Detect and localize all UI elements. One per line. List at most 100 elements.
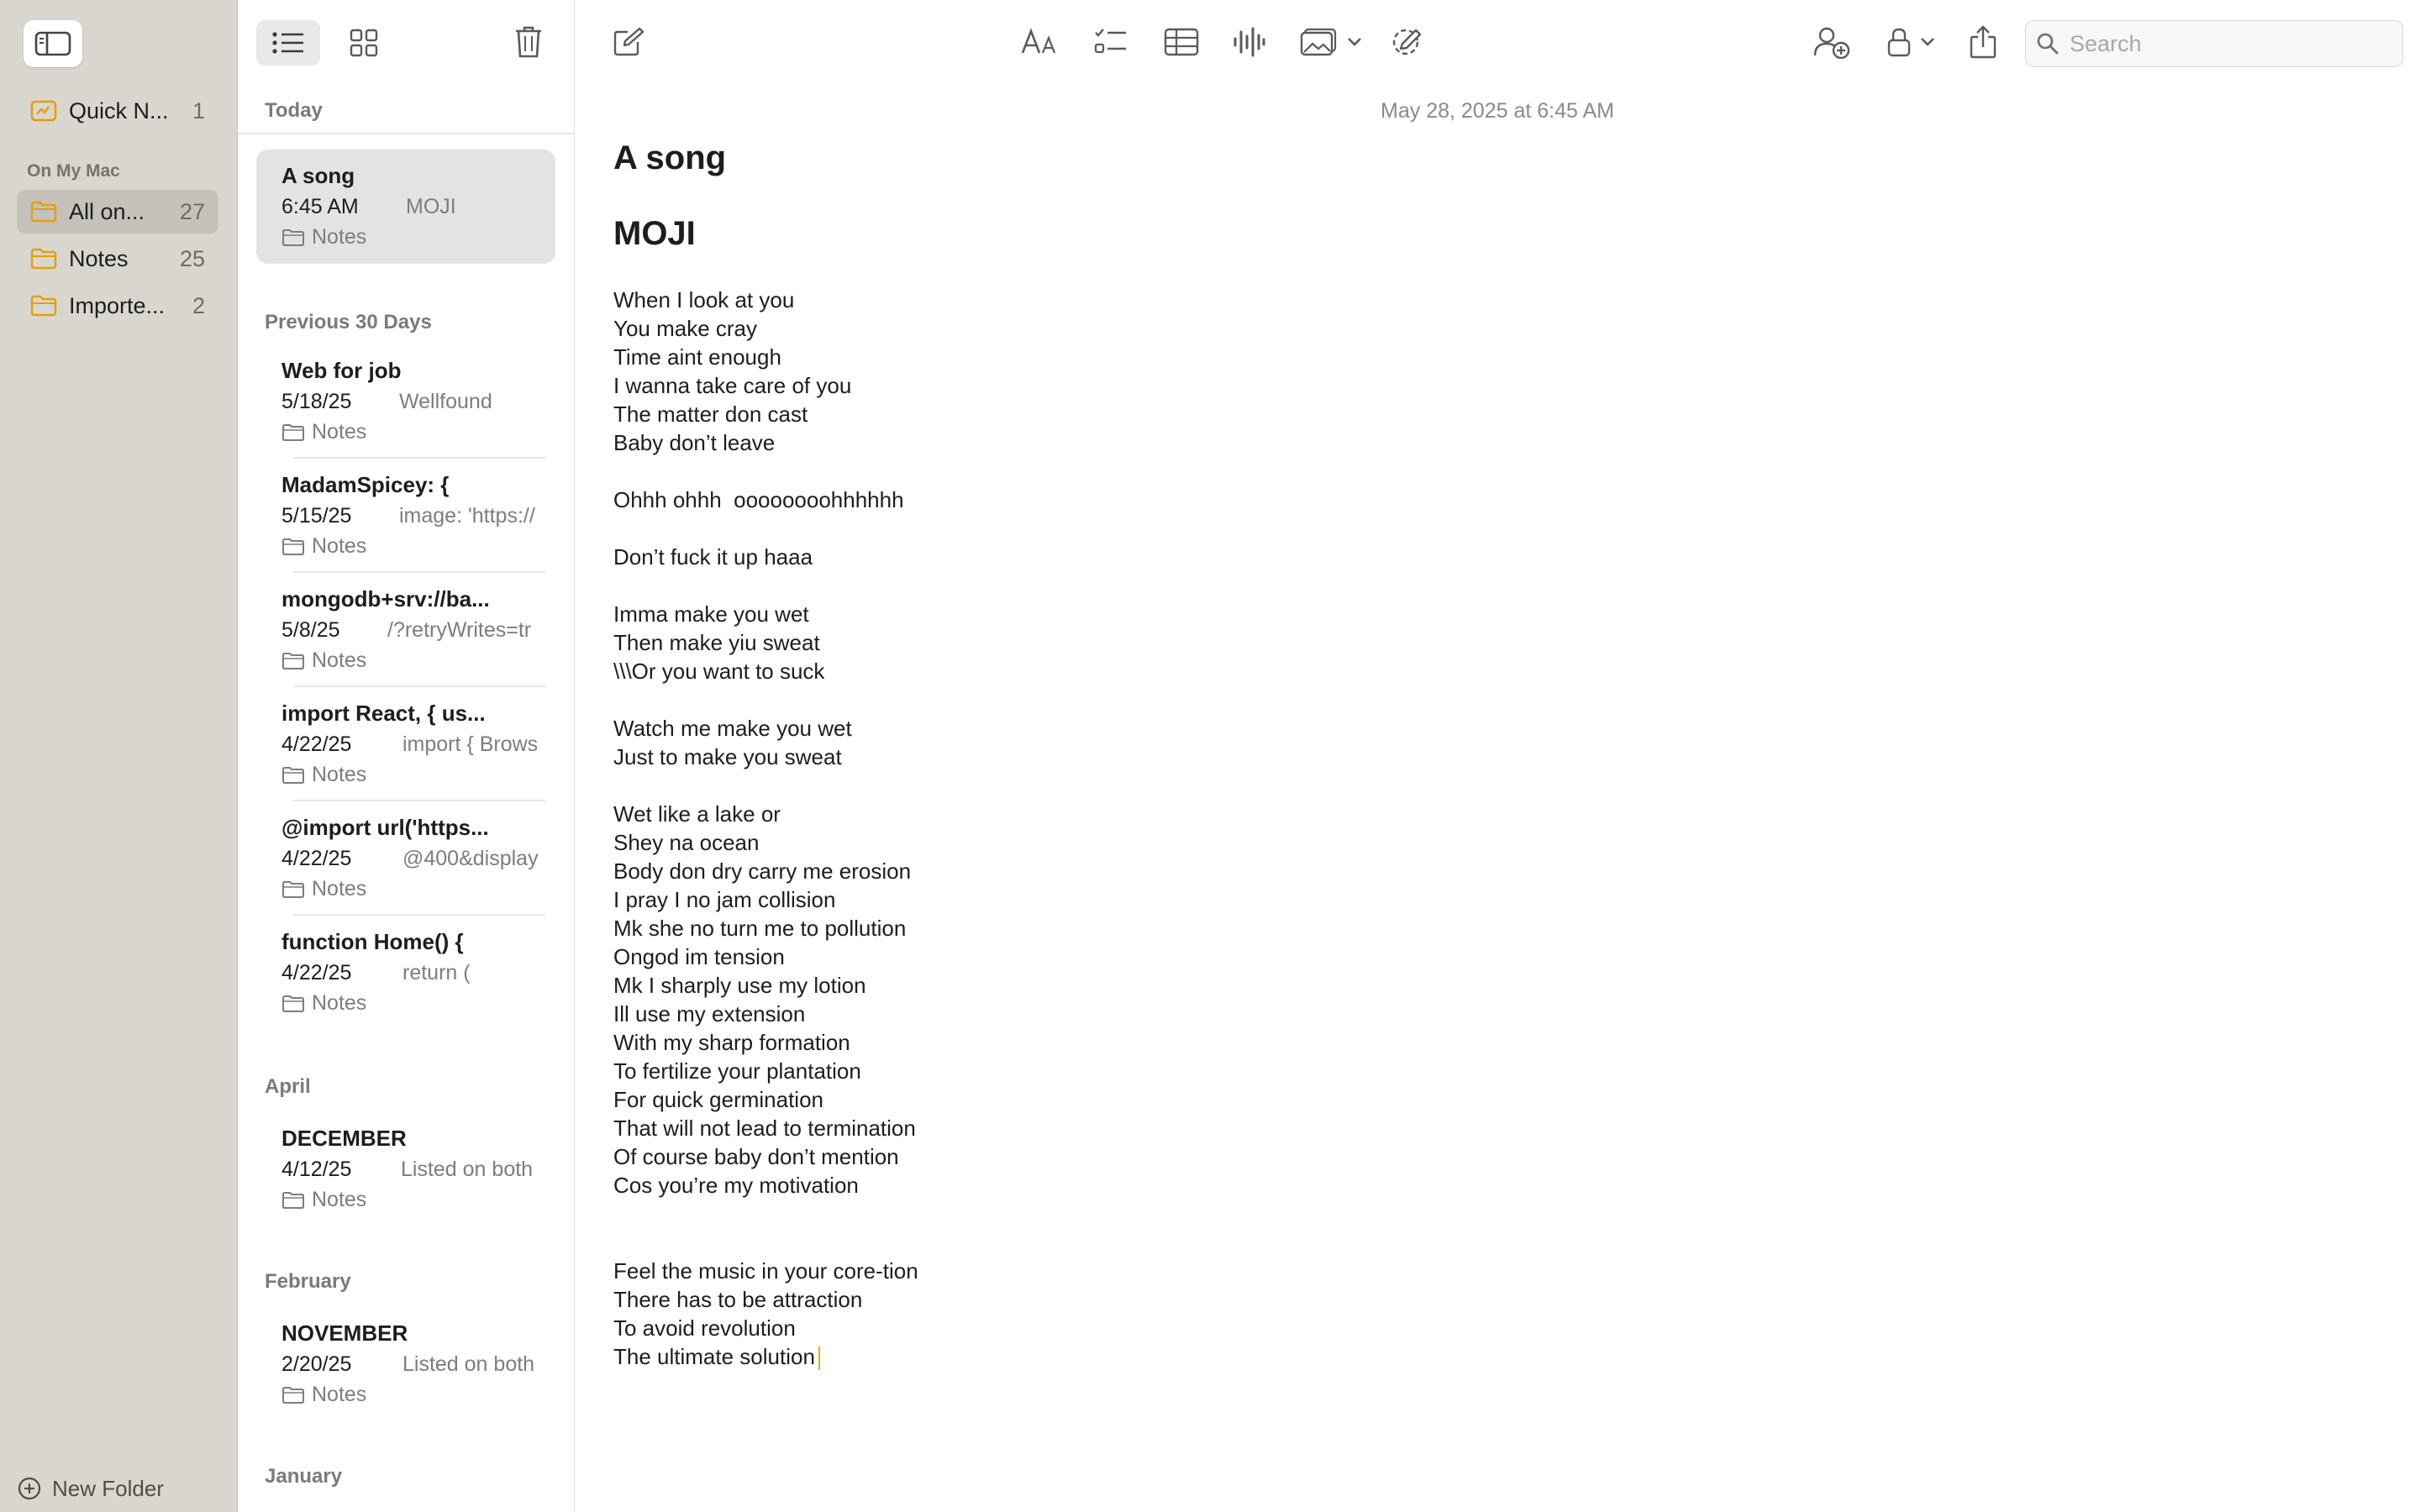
note-title[interactable]: A song: [613, 139, 726, 177]
note-line: I pray I no jam collision: [613, 887, 836, 912]
note-folder-label: Notes: [312, 225, 367, 249]
note-date: 5/8/25: [281, 618, 340, 642]
note-folder-label: Notes: [312, 534, 367, 558]
media-button[interactable]: [1296, 18, 1366, 66]
note-item[interactable]: function Home() { 4/22/25 return ( Notes: [256, 916, 555, 1030]
share-button[interactable]: [1960, 18, 2007, 66]
note-folder-label: Notes: [312, 991, 367, 1015]
note-title: Web for job: [281, 358, 402, 383]
checklist-icon: [1094, 29, 1126, 54]
note-date: 5/18/25: [281, 390, 352, 413]
plus-circle-icon: [18, 1477, 41, 1500]
note-folder: Notes: [281, 1188, 366, 1212]
note-item[interactable]: mongodb+srv://ba... 5/8/25 /?retryWrites…: [256, 573, 555, 687]
checklist-button[interactable]: [1086, 18, 1136, 66]
new-note-button[interactable]: [605, 18, 652, 66]
note-list: Today A song 6:45 AM MOJI Notes Previous…: [238, 0, 575, 1512]
note-line: [613, 514, 1790, 543]
list-view-button[interactable]: [256, 20, 320, 66]
sidebar-item-notes[interactable]: Notes 25: [17, 237, 218, 281]
note-line: Watch me make you wet: [613, 716, 852, 741]
collaborate-icon: [1813, 27, 1850, 59]
table-button[interactable]: [1156, 18, 1207, 66]
note-item[interactable]: NOVEMBER 2/20/25 Listed on both Notes: [256, 1307, 555, 1421]
note-title: import React, { us...: [281, 701, 486, 726]
folder-icon: [30, 295, 57, 317]
new-folder-button[interactable]: New Folder: [17, 1473, 164, 1504]
note-folder-label: Notes: [312, 648, 367, 672]
note-title: DECEMBER: [281, 1126, 407, 1151]
sidebar-toggle-button[interactable]: [24, 20, 82, 67]
note-line: When I look at you: [613, 287, 795, 312]
note-title: MadamSpicey: {: [281, 472, 450, 497]
sidebar-item-all-on-my-mac[interactable]: All on... 27: [17, 190, 218, 234]
audio-button[interactable]: [1223, 18, 1274, 66]
note-body[interactable]: When I look at you You make cray Time aint…: [613, 286, 1790, 1371]
folder-icon: [282, 423, 304, 441]
gallery-view-button[interactable]: [332, 20, 396, 66]
note-item[interactable]: import React, { us... 4/22/25 import { B…: [256, 687, 555, 801]
note-timestamp: May 28, 2025 at 6:45 AM: [1381, 99, 1614, 123]
collaborate-button[interactable]: [1807, 18, 1857, 66]
note-line: [613, 457, 1790, 486]
note-line: To avoid revolution: [613, 1315, 796, 1341]
quick-note-icon: [30, 100, 57, 122]
waveform-icon: [1234, 27, 1265, 57]
share-icon: [1970, 25, 1996, 59]
note-line: [613, 1228, 1790, 1257]
note-preview: /?retryWrites=tr: [387, 618, 532, 642]
note-item-a-song[interactable]: A song 6:45 AM MOJI Notes: [256, 150, 555, 264]
note-date: 2/20/25: [281, 1352, 352, 1376]
format-button[interactable]: [1015, 18, 1065, 66]
text-cursor: [818, 1347, 820, 1371]
note-title: A song: [281, 163, 355, 188]
note-item[interactable]: DECEMBER 4/12/25 Listed on both Notes: [256, 1112, 555, 1226]
delete-note-button[interactable]: [503, 18, 554, 66]
note-line: Mk she no turn me to pollution: [613, 916, 907, 941]
note-folder-label: Notes: [312, 877, 367, 900]
note-date: 5/15/25: [281, 504, 352, 528]
note-title: mongodb+srv://ba...: [281, 586, 490, 612]
new-folder-label: New Folder: [52, 1475, 164, 1501]
sidebar-item-imported[interactable]: Importe... 2: [17, 284, 218, 328]
note-preview: Listed on both: [401, 1158, 534, 1181]
search-field[interactable]: [2025, 20, 2403, 67]
note-line: [613, 685, 1790, 714]
markup-button[interactable]: [1381, 18, 1432, 66]
note-line: With my sharp formation: [613, 1030, 850, 1055]
note-line: Baby don’t leave: [613, 430, 776, 455]
trash-icon: [516, 26, 541, 58]
note-item[interactable]: @import url('https... 4/22/25 @400&displ…: [256, 801, 555, 916]
note-folder: Notes: [281, 991, 366, 1016]
note-line: The ultimate solution: [613, 1342, 1790, 1371]
note-line: Wet like a lake or: [613, 801, 781, 827]
note-item[interactable]: Web for job 5/18/25 Wellfound Notes: [256, 344, 555, 459]
note-heading[interactable]: MOJI: [613, 215, 696, 253]
note-line: Ongod im tension: [613, 944, 785, 969]
note-item[interactable]: MadamSpicey: { 5/15/25 image: 'https:// …: [256, 459, 555, 573]
note-preview: MOJI: [406, 195, 456, 218]
lock-button[interactable]: [1879, 18, 1943, 66]
sidebar-item-quick-notes[interactable]: Quick N... 1: [17, 89, 218, 133]
section-header-april: April: [265, 1075, 311, 1098]
section-header-today: Today: [265, 99, 323, 122]
note-folder-label: Notes: [312, 1383, 367, 1406]
note-date: 4/22/25: [281, 847, 352, 870]
sidebar-toggle-icon: [34, 31, 71, 56]
note-title: function Home() {: [281, 929, 464, 954]
sidebar-item-count: 25: [179, 245, 205, 271]
note-title: NOVEMBER: [281, 1320, 408, 1346]
note-preview: image: 'https://: [399, 504, 535, 528]
note-line: Ill use my extension: [613, 1001, 806, 1026]
section-header-previous-30-days: Previous 30 Days: [265, 311, 432, 333]
note-line: Ohhh ohhh oooooooohhhhhh: [613, 487, 904, 512]
folder-icon: [282, 1191, 304, 1209]
folder-icon: [282, 880, 304, 898]
note-line: Body don dry carry me erosion: [613, 858, 912, 884]
note-line: The matter don cast: [613, 402, 808, 427]
note-folder-label: Notes: [312, 763, 367, 786]
note-folder: Notes: [281, 225, 366, 249]
note-line: I wanna take care of you: [613, 373, 852, 398]
photo-icon: [1300, 28, 1337, 56]
search-input[interactable]: [2068, 29, 2391, 58]
